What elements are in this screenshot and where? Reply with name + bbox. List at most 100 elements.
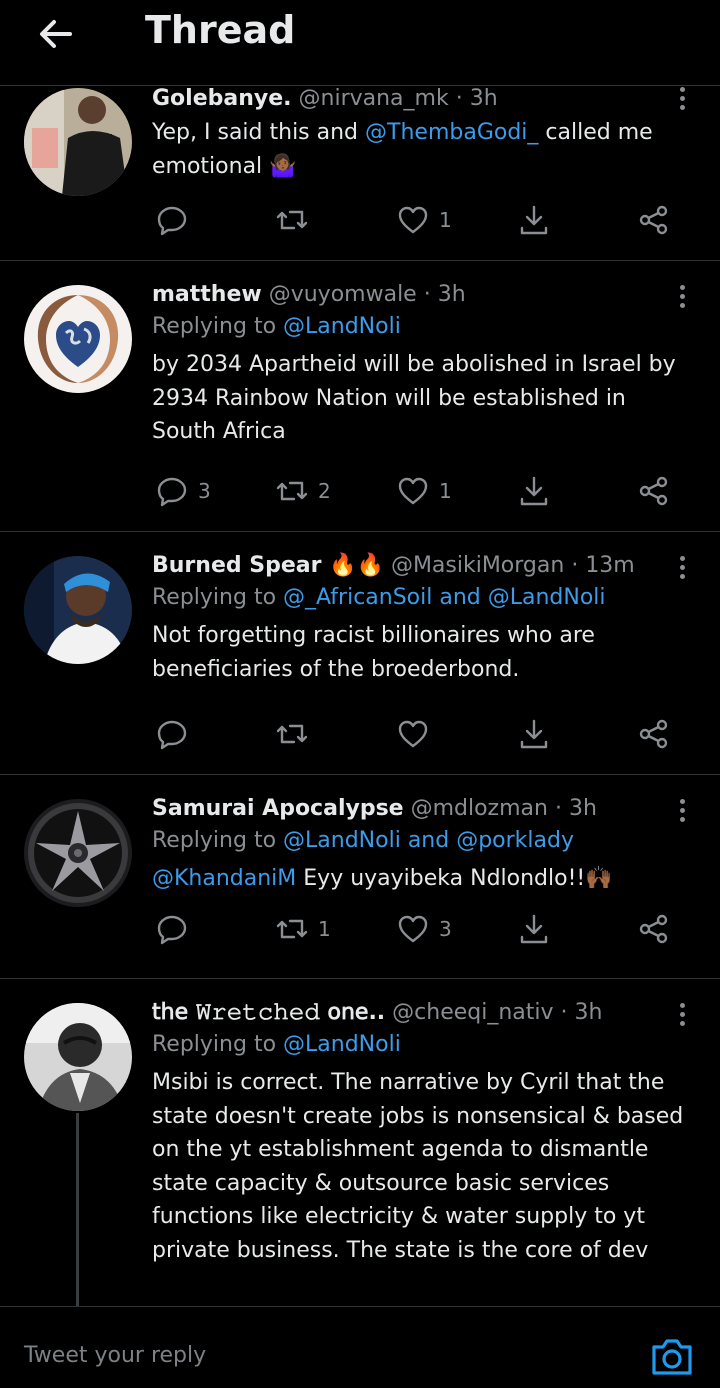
like-button[interactable] bbox=[397, 716, 439, 752]
download-button[interactable] bbox=[518, 202, 550, 238]
replying-to: Replying to @LandNoli bbox=[152, 310, 700, 344]
reply-icon bbox=[157, 720, 187, 750]
username[interactable]: @MasikiMorgan bbox=[391, 553, 564, 578]
like-count: 1 bbox=[439, 479, 452, 503]
tweet[interactable]: Burned Spear 🔥🔥 @MasikiMorgan · 13m Repl… bbox=[0, 532, 720, 775]
tweet-header: Burned Spear 🔥🔥 @MasikiMorgan · 13m bbox=[152, 551, 700, 581]
display-name[interactable]: matthew bbox=[152, 282, 262, 307]
camera-icon[interactable] bbox=[648, 1333, 696, 1381]
replying-to-prefix: Replying to bbox=[152, 1032, 284, 1057]
more-options-icon[interactable] bbox=[678, 285, 686, 311]
username[interactable]: @nirvana_mk bbox=[299, 86, 449, 111]
tweet-actions bbox=[0, 716, 720, 752]
tweet-text: Not forgetting racist billionaires who a… bbox=[152, 623, 595, 682]
display-name[interactable]: Samurai Apocalypse bbox=[152, 796, 404, 821]
tweet-actions: 1 3 bbox=[0, 911, 720, 947]
reply-button[interactable] bbox=[156, 202, 198, 238]
reply-composer: Tweet your reply bbox=[0, 1306, 720, 1388]
tweet-text: by 2034 Apartheid will be abolished in I… bbox=[152, 352, 676, 444]
tweet[interactable]: 𝗍𝗁𝖾 𝚆𝚛𝚎𝚝𝚌𝚑𝚎𝚍 𝗈𝗇𝖾.. @cheeqi_nativ · 3h Re… bbox=[0, 979, 720, 1306]
reply-button[interactable]: 3 bbox=[156, 473, 211, 509]
tweet-header: Golebanye. @nirvana_mk · 3h bbox=[152, 86, 700, 114]
more-options-icon[interactable] bbox=[678, 87, 686, 113]
replying-to-prefix: Replying to bbox=[152, 828, 284, 853]
more-options-icon[interactable] bbox=[678, 556, 686, 582]
like-count: 1 bbox=[439, 208, 452, 232]
share-icon bbox=[639, 205, 668, 235]
share-icon bbox=[639, 476, 668, 506]
replying-to: Replying to @_AfricanSoil and @LandNoli bbox=[152, 581, 700, 615]
heart-icon bbox=[398, 206, 428, 234]
tweet[interactable]: matthew @vuyomwale · 3h Replying to @Lan… bbox=[0, 261, 720, 532]
avatar[interactable] bbox=[24, 285, 132, 393]
retweet-button[interactable] bbox=[276, 716, 318, 752]
arrow-left-icon[interactable] bbox=[34, 12, 78, 56]
replying-to-prefix: Replying to bbox=[152, 585, 284, 610]
mention-link[interactable]: @LandNoli bbox=[283, 314, 401, 339]
tweet-header: 𝗍𝗁𝖾 𝚆𝚛𝚎𝚝𝚌𝚑𝚎𝚍 𝗈𝗇𝖾.. @cheeqi_nativ · 3h bbox=[152, 998, 700, 1028]
tweet-header: matthew @vuyomwale · 3h bbox=[152, 280, 700, 310]
tweet-actions: 1 bbox=[0, 202, 720, 238]
tweet-actions: 3 2 1 bbox=[0, 473, 720, 509]
reply-input[interactable]: Tweet your reply bbox=[24, 1343, 206, 1368]
avatar[interactable] bbox=[24, 556, 132, 664]
mention-link[interactable]: @LandNoli bbox=[283, 1032, 401, 1057]
timestamp: · 3h bbox=[455, 86, 498, 111]
download-icon bbox=[520, 914, 548, 944]
display-name[interactable]: 𝗍𝗁𝖾 𝚆𝚛𝚎𝚝𝚌𝚑𝚎𝚍 𝗈𝗇𝖾.. bbox=[152, 1000, 385, 1025]
share-button[interactable] bbox=[638, 716, 670, 752]
retweet-icon bbox=[276, 210, 308, 230]
like-button[interactable]: 1 bbox=[397, 202, 452, 238]
timestamp: · 3h bbox=[423, 282, 466, 307]
tweet-text: Yep, I said this and @ThembaGodi_ called… bbox=[152, 116, 680, 183]
avatar[interactable] bbox=[24, 1003, 132, 1111]
tweet[interactable]: Samurai Apocalypse @mdlozman · 3h Replyi… bbox=[0, 775, 720, 979]
more-options-icon[interactable] bbox=[678, 799, 686, 825]
avatar[interactable] bbox=[24, 88, 132, 196]
reply-button[interactable] bbox=[156, 716, 198, 752]
replying-to-prefix: Replying to bbox=[152, 314, 284, 339]
mention-link[interactable]: @ThembaGodi_ bbox=[365, 120, 538, 145]
heart-icon bbox=[398, 915, 428, 943]
retweet-button[interactable]: 2 bbox=[276, 473, 331, 509]
more-options-icon[interactable] bbox=[678, 1003, 686, 1029]
reply-icon bbox=[157, 206, 187, 236]
display-name[interactable]: Burned Spear 🔥🔥 bbox=[152, 553, 384, 578]
retweet-button[interactable] bbox=[276, 202, 318, 238]
replying-to: Replying to @LandNoli and @porklady bbox=[152, 824, 700, 858]
tweet-text-part: Eyy uyayibeka Ndlondlo!!🙌🏾 bbox=[296, 866, 613, 891]
reply-button[interactable] bbox=[156, 911, 198, 947]
download-button[interactable] bbox=[518, 911, 550, 947]
like-button[interactable]: 1 bbox=[397, 473, 452, 509]
mention-link[interactable]: @_AfricanSoil and @LandNoli bbox=[283, 585, 606, 610]
tweet[interactable]: Golebanye. @nirvana_mk · 3h Yep, I said … bbox=[0, 86, 720, 261]
download-button[interactable] bbox=[518, 716, 550, 752]
username[interactable]: @mdlozman bbox=[411, 796, 548, 821]
retweet-button[interactable]: 1 bbox=[276, 911, 331, 947]
share-button[interactable] bbox=[638, 473, 670, 509]
thread-connector-line bbox=[76, 1113, 79, 1306]
timestamp: · 3h bbox=[554, 796, 597, 821]
username[interactable]: @vuyomwale bbox=[269, 282, 417, 307]
avatar[interactable] bbox=[24, 799, 132, 907]
share-button[interactable] bbox=[638, 911, 670, 947]
download-button[interactable] bbox=[518, 473, 550, 509]
download-icon bbox=[520, 205, 548, 235]
timestamp: · 3h bbox=[560, 1000, 603, 1025]
replying-to: Replying to @LandNoli bbox=[152, 1028, 700, 1062]
thread-feed: Golebanye. @nirvana_mk · 3h Yep, I said … bbox=[0, 86, 720, 1306]
reply-icon bbox=[157, 915, 187, 945]
like-button[interactable]: 3 bbox=[397, 911, 452, 947]
like-count: 3 bbox=[439, 917, 452, 941]
retweet-icon bbox=[276, 919, 308, 939]
download-icon bbox=[520, 719, 548, 749]
mention-link[interactable]: @KhandaniM bbox=[152, 866, 296, 891]
reply-icon bbox=[157, 477, 187, 507]
mention-link[interactable]: @LandNoli and @porklady bbox=[283, 828, 574, 853]
retweet-count: 1 bbox=[318, 917, 331, 941]
page-title: Thread bbox=[145, 8, 296, 52]
heart-icon bbox=[398, 720, 428, 748]
display-name[interactable]: Golebanye. bbox=[152, 86, 292, 111]
share-button[interactable] bbox=[638, 202, 670, 238]
username[interactable]: @cheeqi_nativ bbox=[392, 1000, 553, 1025]
